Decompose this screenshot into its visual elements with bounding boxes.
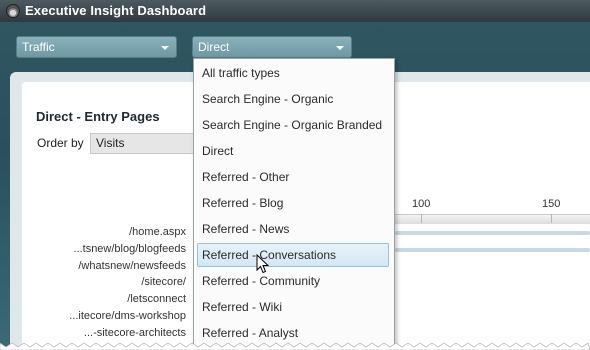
dropdown-option[interactable]: Search Engine - Organic xyxy=(197,87,389,111)
chevron-down-icon xyxy=(161,46,169,50)
category-select[interactable]: Traffic xyxy=(16,36,177,58)
entry-page-label: ...itecore/dms-workshop xyxy=(69,310,186,322)
entry-page-label: ...-sitecore-architects xyxy=(83,326,186,339)
order-by-label: Order by xyxy=(37,136,84,150)
x-tick-label: 100 xyxy=(412,198,431,210)
dropdown-option[interactable]: Referred - News xyxy=(197,217,389,241)
dashboard-gauge-icon xyxy=(6,4,20,18)
torn-edge xyxy=(0,342,590,350)
dropdown-option[interactable]: Direct xyxy=(197,139,389,163)
dropdown-option[interactable]: Referred - Community xyxy=(197,269,389,293)
entry-page-label: /sitecore/ xyxy=(141,276,186,289)
screenshot-frame: Executive Insight Dashboard Traffic Dire… xyxy=(0,0,590,350)
x-tick-mark xyxy=(551,214,552,223)
mouse-cursor-icon xyxy=(256,254,270,274)
x-tick-mark xyxy=(421,214,422,223)
entry-page-label: /home.aspx xyxy=(129,226,186,238)
visits-bar xyxy=(395,231,590,235)
entry-page-label: ...tsnew/blog/blogfeeds xyxy=(73,242,186,255)
window-title: Executive Insight Dashboard xyxy=(25,3,207,18)
dropdown-option[interactable]: Search Engine - Organic Branded xyxy=(197,113,389,137)
entry-page-label: /whatsnew/newsfeeds xyxy=(78,259,186,272)
dropdown-option[interactable]: Referred - Conversations xyxy=(197,243,389,267)
traffic-type-select-value: Direct xyxy=(198,40,230,54)
x-axis-bar xyxy=(395,214,590,224)
traffic-type-dropdown[interactable]: All traffic types Search Engine - Organic… xyxy=(193,58,395,350)
dropdown-option[interactable]: All traffic types xyxy=(197,61,389,85)
title-bar: Executive Insight Dashboard xyxy=(0,0,590,22)
dropdown-option[interactable]: Referred - Blog xyxy=(197,191,389,215)
dropdown-option[interactable]: Referred - Wiki xyxy=(197,295,389,319)
panel-title: Direct - Entry Pages xyxy=(36,109,160,124)
x-tick-label: 150 xyxy=(542,198,561,210)
visits-bar xyxy=(395,247,590,252)
traffic-type-select[interactable]: Direct xyxy=(192,36,352,58)
chevron-down-icon xyxy=(336,46,344,50)
category-select-value: Traffic xyxy=(22,40,55,54)
entry-page-label: /letsconnect xyxy=(127,293,186,306)
order-by-select[interactable]: Visits xyxy=(90,133,200,154)
dropdown-option[interactable]: Referred - Other xyxy=(197,165,389,189)
